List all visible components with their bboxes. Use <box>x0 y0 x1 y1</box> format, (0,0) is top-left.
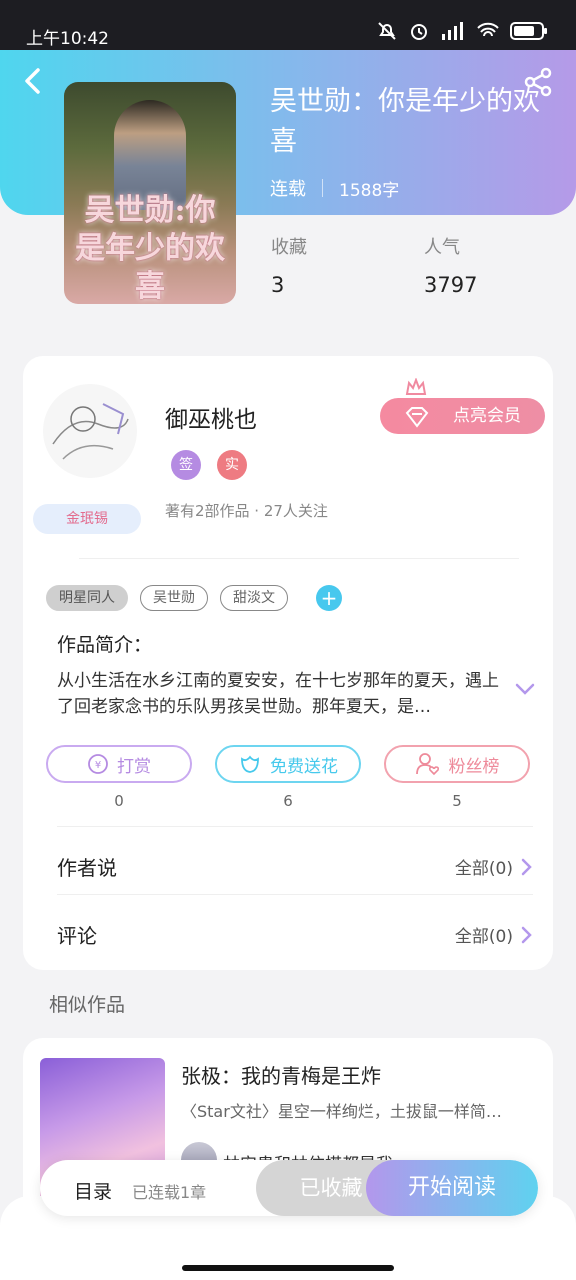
comments-count: 全部(0) <box>454 927 513 947</box>
book-cover[interactable]: 吴世勋:你是年少的欢喜 <box>64 82 236 304</box>
diamond-icon <box>405 407 429 428</box>
flower-count: 6 <box>283 792 293 810</box>
fan-level-badge: 金珉锡 <box>33 504 141 534</box>
author-says-row[interactable]: 作者说 全部(0) <box>57 846 533 886</box>
fan-count: 5 <box>452 792 462 810</box>
author-avatar[interactable] <box>43 384 137 478</box>
stat-label: 收藏 <box>271 237 307 258</box>
vip-button-label: 点亮会员 <box>453 406 521 426</box>
comments-label: 评论 <box>57 924 97 948</box>
svg-text:¥: ¥ <box>95 760 101 771</box>
author-says-label: 作者说 <box>57 856 117 880</box>
coin-icon: ¥ <box>88 754 108 774</box>
stat-label: 人气 <box>424 237 460 258</box>
chapter-count: 已连载1章 <box>132 1183 207 1202</box>
home-indicator[interactable] <box>182 1265 394 1271</box>
tag-item[interactable]: 吴世勋 <box>140 585 208 611</box>
similar-book-title[interactable]: 张极：我的青梅是王炸 <box>181 1060 381 1089</box>
fan-icon <box>415 753 439 776</box>
stat-popularity: 人气 3797 <box>424 233 477 297</box>
mute-bell-icon <box>378 22 396 40</box>
status-icons <box>376 20 548 42</box>
stat-collections: 收藏 3 <box>271 233 307 297</box>
signal-icon <box>442 22 463 40</box>
book-title: 吴世勋：你是年少的欢喜 <box>270 86 540 157</box>
tag-list: 明星同人 吴世勋 甜淡文 + <box>46 585 342 611</box>
comments-row[interactable]: 评论 全部(0) <box>57 914 533 954</box>
crown-icon <box>405 378 427 395</box>
author-stats: 著有2部作品 · 27人关注 <box>165 502 328 520</box>
tag-category[interactable]: 明星同人 <box>46 585 128 611</box>
author-says-count: 全部(0) <box>454 859 513 879</box>
stat-value: 3 <box>271 273 285 297</box>
battery-icon <box>510 22 547 40</box>
reward-button[interactable]: ¥ 打赏 <box>46 745 192 783</box>
fan-ranking-label: 粉丝榜 <box>448 756 500 777</box>
similar-book-desc: 〈Star文社〉星空一样绚烂，土拔鼠一样简… <box>181 1102 502 1121</box>
divider <box>57 826 533 827</box>
intro-label: 作品简介： <box>57 634 153 656</box>
toc-button[interactable]: 目录 <box>74 1177 112 1204</box>
meta-divider <box>322 179 323 197</box>
signed-badge: 签 <box>171 450 201 480</box>
chevron-right-icon <box>521 858 532 875</box>
send-flower-label: 免费送花 <box>270 756 338 777</box>
intro-text: 从小生活在水乡江南的夏安安，在十七岁那年的夏天，遇上了回老家念书的乐队男孩吴世勋… <box>57 671 499 717</box>
cover-title: 吴世勋:你是年少的欢喜 <box>75 193 225 304</box>
avatar-sketch <box>52 403 129 460</box>
book-detail-card: 御巫桃也 签 实 点亮会员 金珉锡 著有2部作品 · 27人关注 明星同人 吴世… <box>23 356 553 970</box>
back-arrow-icon[interactable] <box>20 66 46 96</box>
flower-icon <box>241 755 259 773</box>
fan-ranking-button[interactable]: 粉丝榜 <box>384 745 530 783</box>
word-count: 1588字 <box>339 180 400 201</box>
reward-label: 打赏 <box>117 756 151 777</box>
similar-section-title: 相似作品 <box>49 994 126 1016</box>
stat-value: 3797 <box>424 273 478 297</box>
book-meta: 连载 1588字 <box>270 175 399 201</box>
start-reading-button[interactable]: 开始阅读 <box>366 1160 538 1216</box>
collected-label: 已收藏 <box>299 1176 363 1200</box>
status-time: 上午10:42 <box>26 29 109 49</box>
author-name[interactable]: 御巫桃也 <box>165 400 257 434</box>
chevron-down-icon[interactable] <box>514 682 536 696</box>
add-tag-icon[interactable]: + <box>316 585 342 611</box>
wifi-icon <box>477 22 499 37</box>
divider <box>79 558 519 559</box>
verified-badge: 实 <box>217 450 247 480</box>
tag-item[interactable]: 甜淡文 <box>220 585 288 611</box>
reward-count: 0 <box>114 792 124 810</box>
chevron-right-icon <box>521 926 532 943</box>
alarm-icon <box>411 24 427 40</box>
author-says-all[interactable]: 全部(0) <box>455 854 533 879</box>
status-bar: 上午10:42 <box>0 0 576 50</box>
send-flower-button[interactable]: 免费送花 <box>215 745 361 783</box>
book-status: 连载 <box>270 179 306 200</box>
start-reading-label: 开始阅读 <box>407 1175 496 1200</box>
divider <box>57 894 533 895</box>
comments-all[interactable]: 全部(0) <box>455 922 533 947</box>
bottom-action-bar: 目录 已连载1章 已收藏 开始阅读 <box>40 1160 538 1216</box>
